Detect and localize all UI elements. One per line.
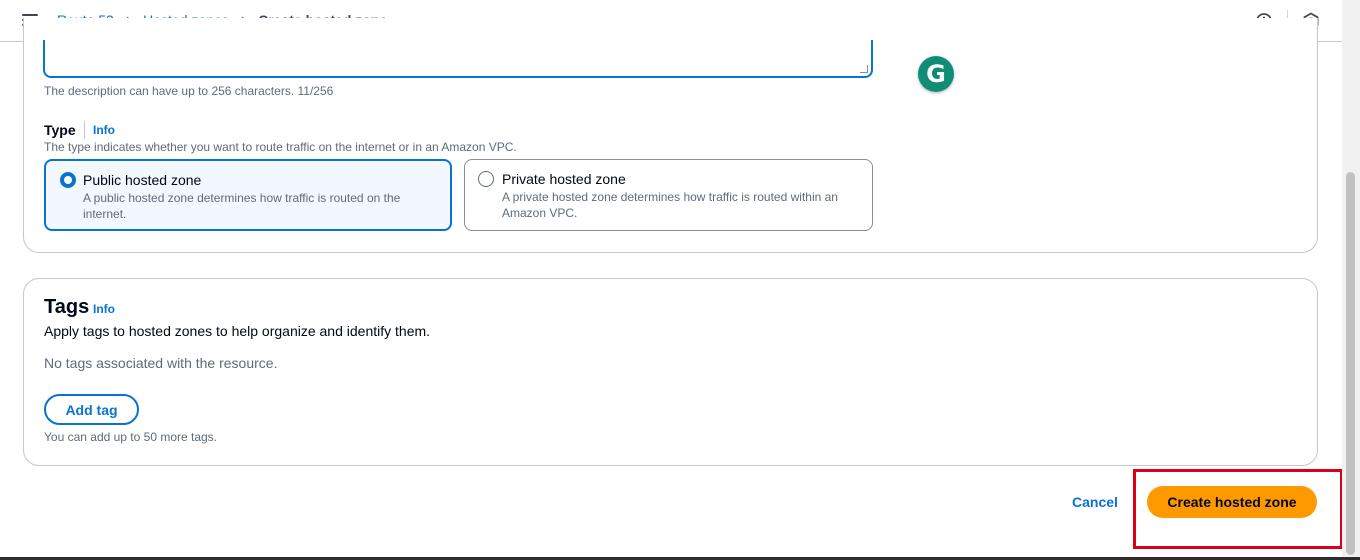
description-hint: The description can have up to 256 chara… — [44, 84, 334, 98]
option-description: A private hosted zone determines how tra… — [502, 190, 838, 220]
tags-empty-message: No tags associated with the resource. — [44, 355, 278, 371]
type-hint: The type indicates whether you want to r… — [44, 140, 517, 154]
radio-unselected[interactable] — [478, 171, 494, 187]
tags-info-link[interactable]: Info — [93, 302, 115, 316]
tags-title: Tags — [44, 296, 90, 318]
scrollbar-thumb[interactable] — [1346, 172, 1355, 555]
divider — [84, 121, 85, 139]
public-hosted-zone-option[interactable]: Public hosted zone A public hosted zone … — [44, 159, 452, 231]
description-textarea[interactable] — [43, 40, 873, 78]
type-label: Type — [44, 122, 76, 138]
tags-description: Apply tags to hosted zones to help organ… — [44, 323, 431, 339]
type-info-link[interactable]: Info — [93, 123, 115, 137]
tags-limit-hint: You can add up to 50 more tags. — [44, 430, 218, 444]
resize-handle-icon[interactable] — [860, 65, 868, 73]
radio-selected[interactable] — [60, 172, 76, 188]
add-tag-button[interactable]: Add tag — [44, 394, 139, 425]
cancel-button[interactable]: Cancel — [1062, 490, 1128, 514]
highlight-box — [1133, 469, 1343, 549]
grammarly-icon[interactable]: G — [918, 56, 954, 92]
tags-panel — [23, 278, 1318, 466]
option-title: Private hosted zone — [502, 171, 626, 187]
private-hosted-zone-option[interactable]: Private hosted zone A private hosted zon… — [464, 159, 873, 231]
option-title: Public hosted zone — [83, 172, 202, 188]
option-description: A public hosted zone determines how traf… — [83, 191, 401, 221]
